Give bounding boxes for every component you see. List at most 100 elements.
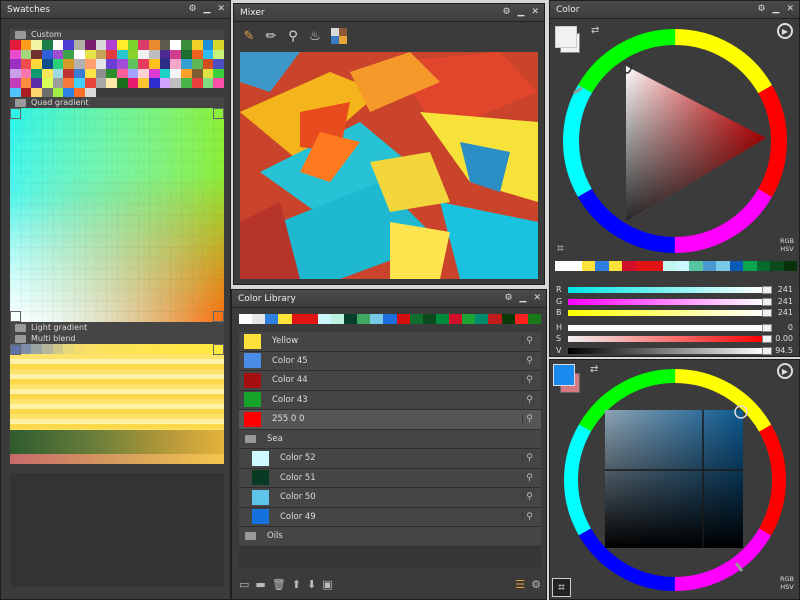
slider-handle[interactable]: [762, 324, 772, 332]
swatch[interactable]: [42, 78, 53, 88]
corner-handle[interactable]: [213, 108, 224, 119]
swatch[interactable]: [31, 78, 43, 88]
corner-handle[interactable]: [213, 344, 224, 355]
swatch[interactable]: [149, 344, 160, 354]
swatch[interactable]: [170, 344, 182, 354]
swatch[interactable]: [149, 49, 160, 59]
move-down-icon[interactable]: ⬇: [307, 578, 316, 591]
swatch[interactable]: [202, 78, 214, 88]
history-color-chip[interactable]: [581, 261, 596, 271]
library-color-chip[interactable]: [435, 314, 450, 324]
swatch[interactable]: [95, 59, 107, 69]
swatch[interactable]: [106, 59, 117, 69]
corner-handle[interactable]: [213, 311, 224, 322]
swatch[interactable]: [74, 68, 85, 78]
swatch[interactable]: [20, 49, 32, 59]
swatch[interactable]: [10, 59, 21, 69]
library-color-item[interactable]: Color 52 ⚲: [239, 449, 541, 469]
swatch[interactable]: [84, 78, 96, 88]
library-color-chip[interactable]: [291, 314, 305, 324]
history-color-chip[interactable]: [743, 261, 757, 271]
swatch[interactable]: [10, 49, 21, 59]
swatch[interactable]: [213, 68, 224, 78]
eyedropper-icon[interactable]: ⚲: [522, 355, 536, 366]
swatch[interactable]: [149, 68, 160, 78]
swatch[interactable]: [202, 68, 214, 78]
swatch[interactable]: [31, 344, 43, 354]
close-icon[interactable]: ✕: [533, 293, 541, 303]
swatch[interactable]: [159, 78, 171, 88]
close-icon[interactable]: ✕: [217, 4, 225, 14]
color-history[interactable]: [555, 261, 797, 271]
swatch[interactable]: [213, 49, 224, 59]
library-color-chip[interactable]: [330, 314, 345, 324]
history-color-chip[interactable]: [676, 261, 690, 271]
library-recent-colors[interactable]: [239, 314, 541, 324]
slider-track[interactable]: [568, 348, 764, 354]
gear-icon[interactable]: ⚙: [188, 4, 196, 14]
swatch[interactable]: [31, 40, 43, 50]
library-color-chip[interactable]: [527, 314, 541, 324]
swatch[interactable]: [74, 40, 85, 50]
swatch[interactable]: [84, 40, 96, 50]
swatch[interactable]: [95, 344, 107, 354]
slider-handle[interactable]: [762, 309, 772, 317]
swatch[interactable]: [106, 40, 117, 50]
swatch[interactable]: [74, 49, 85, 59]
close-icon[interactable]: ✕: [786, 4, 794, 14]
mixer-color-chips[interactable]: [331, 28, 347, 44]
new-swatch-icon[interactable]: ▭: [239, 578, 249, 591]
eyedropper-icon[interactable]: ⚲: [522, 492, 536, 503]
history-color-chip[interactable]: [595, 261, 609, 271]
mixer-canvas[interactable]: [240, 52, 538, 279]
swatch[interactable]: [31, 59, 43, 69]
eyedropper-icon[interactable]: ⚲: [522, 472, 536, 483]
pencil-icon[interactable]: ✏: [262, 27, 280, 45]
library-color-chip[interactable]: [462, 314, 476, 324]
swatch[interactable]: [181, 68, 192, 78]
swatch[interactable]: [138, 78, 150, 88]
slider-track[interactable]: [568, 336, 764, 342]
swatch[interactable]: [159, 49, 171, 59]
swatch[interactable]: [84, 87, 96, 97]
color-wheel-triangle[interactable]: [560, 26, 790, 256]
eyedropper-icon[interactable]: ⚲: [284, 27, 302, 45]
brush-icon[interactable]: ✎: [240, 27, 258, 45]
swatch[interactable]: [52, 87, 64, 97]
library-folder[interactable]: Oils: [239, 527, 541, 547]
library-color-item[interactable]: Color 49 ⚲: [239, 507, 541, 527]
library-color-chip[interactable]: [239, 314, 253, 324]
library-color-chip[interactable]: [488, 314, 502, 324]
swatch[interactable]: [191, 68, 203, 78]
swatch[interactable]: [84, 344, 96, 354]
swatch[interactable]: [52, 59, 64, 69]
library-color-item[interactable]: Color 51 ⚲: [239, 468, 541, 488]
eyedropper-icon[interactable]: ⚲: [522, 511, 536, 522]
library-color-chip[interactable]: [396, 314, 410, 324]
swatch[interactable]: [138, 344, 150, 354]
swatch[interactable]: [159, 40, 171, 50]
new-folder-icon[interactable]: ▬: [255, 578, 265, 591]
library-color-item[interactable]: Color 45 ⚲: [239, 351, 541, 371]
swatch[interactable]: [181, 59, 192, 69]
swatch[interactable]: [127, 68, 139, 78]
swatch[interactable]: [149, 78, 160, 88]
eyedropper-icon[interactable]: ⚲: [522, 375, 536, 386]
history-color-chip[interactable]: [770, 261, 784, 271]
swatch[interactable]: [127, 59, 139, 69]
swatch[interactable]: [106, 78, 117, 88]
corner-handle[interactable]: [10, 108, 21, 119]
swatch[interactable]: [127, 344, 139, 354]
swatch[interactable]: [181, 344, 192, 354]
library-color-item[interactable]: Color 43 ⚲: [239, 390, 541, 410]
swatch[interactable]: [127, 40, 139, 50]
swatch[interactable]: [191, 40, 203, 50]
swatch[interactable]: [106, 49, 117, 59]
swatch[interactable]: [10, 87, 21, 97]
history-color-chip[interactable]: [756, 261, 771, 271]
swatch[interactable]: [31, 68, 43, 78]
library-color-chip[interactable]: [317, 314, 331, 324]
color-mode-toggle[interactable]: RGB HSV: [780, 575, 794, 591]
close-icon[interactable]: ✕: [531, 7, 539, 17]
minimize-icon[interactable]: ▁: [518, 7, 525, 17]
